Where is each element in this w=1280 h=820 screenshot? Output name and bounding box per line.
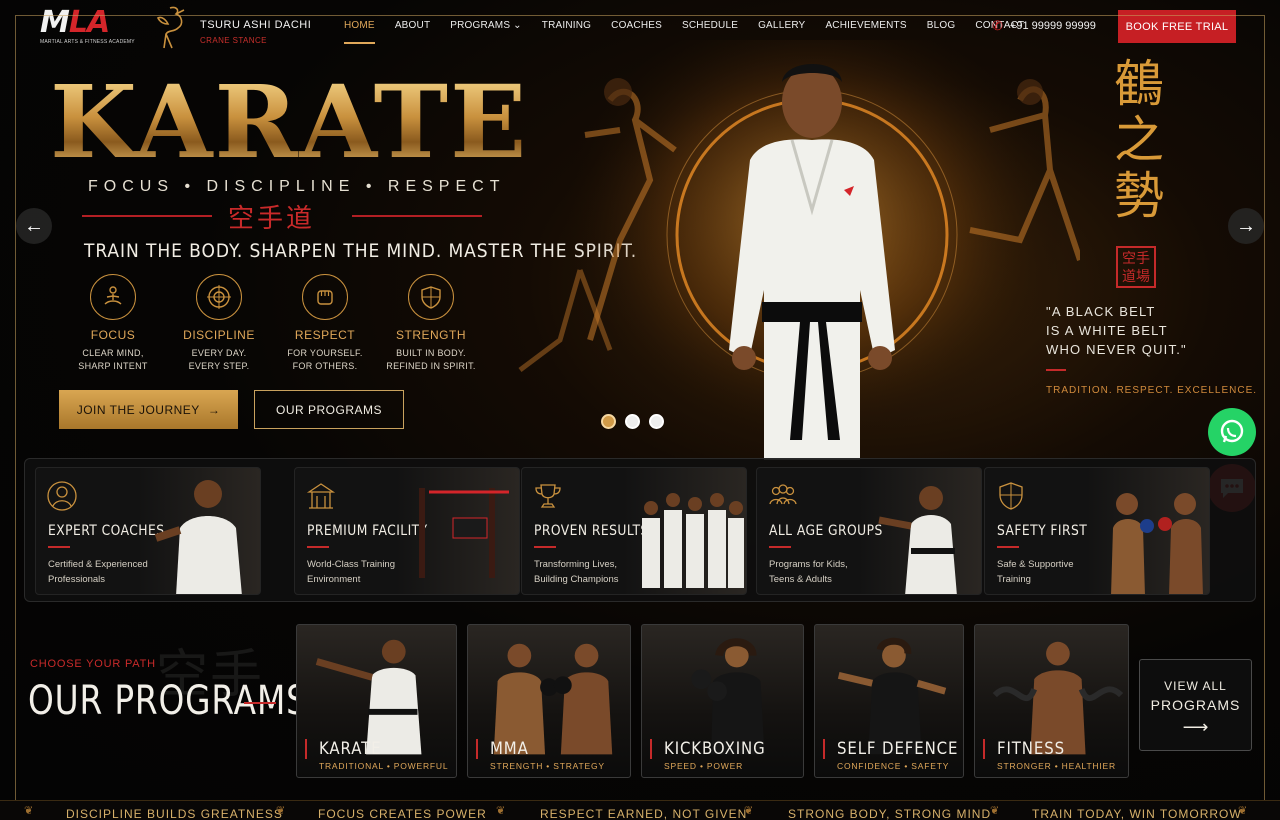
hero-tagline: FOCUS • DISCIPLINE • RESPECT xyxy=(88,178,506,195)
tradition-tagline: TRADITION. RESPECT. EXCELLENCE. xyxy=(1046,385,1258,396)
shield-icon xyxy=(999,482,1023,510)
crane-ornament-icon: ❦ xyxy=(24,805,34,817)
quote-divider xyxy=(1046,369,1066,371)
students-photo xyxy=(642,493,744,588)
black-belt-quote: "A BLACK BELT IS A WHITE BELT WHO NEVER … xyxy=(1046,304,1187,357)
logo-mark: MLA xyxy=(40,5,110,40)
values-row: FOCUS CLEAR MIND, SHARP INTENT DISCIPLINE… xyxy=(60,274,484,373)
crane-ornament-icon: ❦ xyxy=(990,805,1000,817)
value-focus: FOCUS CLEAR MIND, SHARP INTENT xyxy=(60,274,166,373)
features-strip: EXPERT COACHES Certified & Experienced Pr… xyxy=(24,458,1256,602)
feature-card[interactable]: ALL AGE GROUPS Programs for Kids, Teens &… xyxy=(756,467,982,595)
programs-heading: OUR PROGRAMS xyxy=(28,678,308,724)
karate-kanji: 空手道 xyxy=(228,204,316,234)
program-card-fitness[interactable]: FITNESS STRONGER • HEALTHIER xyxy=(974,624,1129,778)
slide-dot-1[interactable] xyxy=(601,414,616,429)
crane-ornament-icon: ❦ xyxy=(276,805,286,817)
crane-icon xyxy=(156,6,185,49)
value-strength: STRENGTH BUILT IN BODY. REFINED IN SPIRIT… xyxy=(378,274,484,373)
view-all-programs-button[interactable]: VIEW ALL PROGRAMS ⟶ xyxy=(1139,659,1252,751)
arrow-right-icon: → xyxy=(207,402,221,417)
nav-programs[interactable]: PROGRAMS ⌄ xyxy=(450,20,522,31)
programs-rule xyxy=(244,702,276,704)
phone-number: +91 99999 99999 xyxy=(1009,20,1096,32)
crane-ornament-icon: ❦ xyxy=(1238,805,1248,817)
prev-slide-button[interactable]: ← xyxy=(16,208,52,244)
value-respect: RESPECT FOR YOURSELF. FOR OTHERS. xyxy=(272,274,378,373)
group-icon xyxy=(769,484,797,505)
page: MLA MARTIAL ARTS & FITNESS ACADEMY TSURU… xyxy=(0,0,1280,820)
our-programs-button[interactable]: OUR PROGRAMS xyxy=(254,390,404,429)
nav-about[interactable]: ABOUT xyxy=(395,20,430,31)
logo[interactable]: MLA MARTIAL ARTS & FITNESS ACADEMY xyxy=(40,8,140,48)
whatsapp-icon xyxy=(1220,419,1244,443)
hero-title: KARATE xyxy=(50,63,529,181)
whatsapp-button[interactable] xyxy=(1208,408,1256,456)
phone-link[interactable]: ✆ +91 99999 99999 xyxy=(992,18,1096,34)
main-nav: HOME ABOUT PROGRAMS ⌄ TRAINING COACHES S… xyxy=(344,20,1044,44)
slide-indicator xyxy=(601,414,664,429)
nav-blog[interactable]: BLOG xyxy=(927,20,956,31)
fist-icon xyxy=(302,274,348,320)
target-icon xyxy=(196,274,242,320)
nav-coaches[interactable]: COACHES xyxy=(611,20,662,31)
nav-schedule[interactable]: SCHEDULE xyxy=(682,20,738,31)
feature-card[interactable]: PROVEN RESULTS Transforming Lives, Buildi… xyxy=(521,467,747,595)
program-card-kickboxing[interactable]: KICKBOXING SPEED • POWER xyxy=(641,624,804,778)
programs-eyebrow: CHOOSE YOUR PATH xyxy=(30,658,156,670)
slide-dot-2[interactable] xyxy=(625,414,640,429)
facility-photo xyxy=(419,488,509,578)
phone-icon: ✆ xyxy=(992,18,1003,33)
program-card-self-defence[interactable]: SELF DEFENCE CONFIDENCE • SAFETY xyxy=(814,624,964,778)
slide-dot-3[interactable] xyxy=(649,414,664,429)
nav-gallery[interactable]: GALLERY xyxy=(758,20,805,31)
arrow-left-icon: ← xyxy=(24,214,44,237)
feature-card[interactable]: EXPERT COACHES Certified & Experienced Pr… xyxy=(35,467,261,595)
logo-subtitle: MARTIAL ARTS & FITNESS ACADEMY xyxy=(40,39,135,45)
crane-ornament-icon: ❦ xyxy=(496,805,506,817)
feature-card[interactable]: SAFETY FIRST Safe & Supportive Training xyxy=(984,467,1210,595)
join-journey-button[interactable]: JOIN THE JOURNEY → xyxy=(59,390,238,429)
long-arrow-right-icon: ⟶ xyxy=(1182,717,1209,737)
dojo-seal: 空手道場 xyxy=(1116,246,1156,288)
feature-card[interactable]: PREMIUM FACILITY World-Class Training Env… xyxy=(294,467,520,595)
program-card-karate[interactable]: KARATE TRADITIONAL • POWERFUL xyxy=(296,624,457,778)
nav-training[interactable]: TRAINING xyxy=(542,20,591,31)
motto-ticker: ❦ DISCIPLINE BUILDS GREATNESS ❦ FOCUS CR… xyxy=(0,800,1280,820)
coach-photo xyxy=(154,480,242,594)
crane-kanji: 鶴之勢 xyxy=(1114,55,1164,225)
arrow-right-icon: → xyxy=(1236,214,1256,237)
hero-karateka-image xyxy=(518,40,1080,460)
stance-label: TSURU ASHI DACHI CRANE STANCE xyxy=(200,19,312,45)
shield-icon xyxy=(408,274,454,320)
coach-icon xyxy=(47,481,77,511)
next-slide-button[interactable]: → xyxy=(1228,208,1264,244)
nav-achievements[interactable]: ACHIEVEMENTS xyxy=(825,20,906,31)
trophy-icon xyxy=(535,484,561,508)
nav-home[interactable]: HOME xyxy=(344,20,375,44)
value-discipline: DISCIPLINE EVERY DAY. EVERY STEP. xyxy=(166,274,272,373)
kanji-divider: 空手道 xyxy=(82,198,482,234)
book-trial-button[interactable]: BOOK FREE TRIAL xyxy=(1118,10,1236,43)
dojo-icon xyxy=(306,483,336,509)
crane-ornament-icon: ❦ xyxy=(744,805,754,817)
meditation-icon xyxy=(90,274,136,320)
kid-karate-photo xyxy=(878,486,957,594)
program-card-mma[interactable]: MMA STRENGTH • STRATEGY xyxy=(467,624,631,778)
sparring-photo xyxy=(1111,493,1203,594)
